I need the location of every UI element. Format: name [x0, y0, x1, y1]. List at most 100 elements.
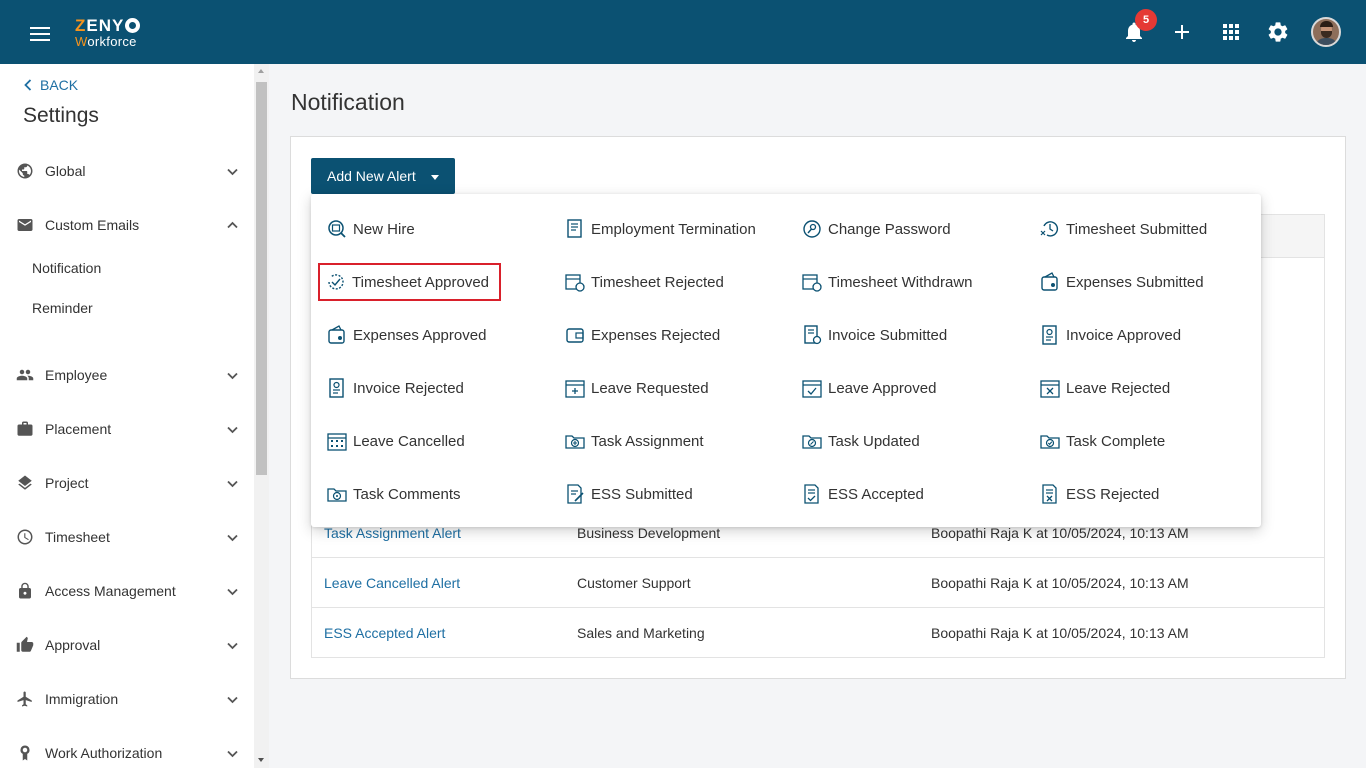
menu-item-ess-submitted[interactable]: ESS Submitted — [564, 480, 693, 508]
sidebar-subitem-reminder[interactable]: Reminder — [32, 300, 93, 316]
document-icon — [567, 219, 582, 238]
key-icon — [803, 220, 821, 238]
chevron-down-icon — [227, 372, 238, 380]
plus-icon[interactable] — [1170, 20, 1194, 44]
folder-check-icon — [1040, 435, 1060, 449]
calendar-check-icon — [802, 380, 822, 398]
calendar-plus-icon — [565, 380, 585, 398]
folder-plus-icon — [565, 435, 585, 449]
chevron-down-icon — [227, 696, 238, 704]
notification-badge: 5 — [1135, 9, 1157, 31]
calendar-clock-icon — [802, 274, 822, 292]
wallet-icon — [1041, 272, 1058, 291]
menu-item-invoice-rejected[interactable]: Invoice Rejected — [326, 374, 464, 402]
menu-item-ess-rejected[interactable]: ESS Rejected — [1039, 480, 1159, 508]
sidebar-item-label: Placement — [45, 421, 112, 437]
menu-item-invoice-approved[interactable]: Invoice Approved — [1039, 321, 1181, 349]
gear-icon[interactable] — [1266, 20, 1290, 44]
sidebar-item-global[interactable]: Global — [0, 151, 254, 191]
chevron-down-icon — [227, 534, 238, 542]
invoice-icon — [804, 325, 822, 345]
menu-item-new-hire[interactable]: New Hire — [326, 215, 415, 243]
folder-comment-icon — [327, 488, 347, 502]
chevron-left-icon — [24, 79, 32, 91]
chevron-down-icon — [227, 642, 238, 650]
menu-item-task-complete[interactable]: Task Complete — [1039, 427, 1165, 455]
timesheet-approved-icon — [328, 274, 344, 290]
airplane-icon — [17, 691, 32, 707]
sidebar-item-label: Approval — [45, 637, 101, 653]
sidebar-item-label: Timesheet — [45, 529, 110, 545]
sidebar-scrollbar[interactable] — [254, 64, 269, 768]
table-row: ESS Accepted Alert Sales and Marketing B… — [312, 608, 1324, 658]
sidebar-item-custom-emails[interactable]: Custom Emails — [0, 205, 254, 245]
lock-icon — [19, 582, 31, 599]
menu-item-leave-requested[interactable]: Leave Requested — [564, 374, 709, 402]
menu-item-expenses-rejected[interactable]: Expenses Rejected — [564, 321, 720, 349]
thumbs-up-icon — [16, 636, 34, 652]
sidebar-item-label: Project — [45, 475, 89, 491]
menu-item-task-updated[interactable]: Task Updated — [801, 427, 920, 455]
sidebar-item-placement[interactable]: Placement — [0, 409, 254, 449]
page-title: Notification — [291, 89, 405, 115]
invoice-icon — [1042, 325, 1057, 345]
back-link[interactable]: BACK — [24, 77, 78, 93]
alert-name-link[interactable]: ESS Accepted Alert — [324, 625, 445, 641]
alert-name-link[interactable]: Leave Cancelled Alert — [324, 575, 460, 591]
document-x-icon — [1042, 484, 1057, 504]
sidebar-item-project[interactable]: Project — [0, 463, 254, 503]
add-new-alert-label: Add New Alert — [327, 168, 416, 184]
sidebar-item-label: Work Authorization — [45, 745, 163, 761]
wallet-icon — [566, 328, 584, 343]
menu-item-expenses-submitted[interactable]: Expenses Submitted — [1039, 268, 1204, 296]
calendar-grid-icon — [327, 433, 347, 451]
briefcase-icon — [17, 421, 33, 436]
alert-modified: Boopathi Raja K at 10/05/2024, 10:13 AM — [931, 625, 1189, 641]
chevron-down-icon — [227, 426, 238, 434]
menu-item-ess-accepted[interactable]: ESS Accepted — [801, 480, 924, 508]
document-check-icon — [804, 484, 819, 504]
menu-item-employment-termination[interactable]: Employment Termination — [564, 215, 756, 243]
sidebar-item-employee[interactable]: Employee — [0, 355, 254, 395]
menu-item-timesheet-withdrawn[interactable]: Timesheet Withdrawn — [801, 268, 973, 296]
apps-grid-icon[interactable] — [1219, 20, 1243, 44]
scrollbar-thumb[interactable] — [256, 82, 267, 475]
alert-department: Customer Support — [577, 575, 691, 591]
logo[interactable]: Z ENY Workforce — [75, 17, 141, 48]
chevron-up-icon — [227, 221, 238, 229]
scroll-down-arrow[interactable] — [258, 758, 264, 762]
menu-icon[interactable] — [30, 27, 50, 41]
alert-modified: Boopathi Raja K at 10/05/2024, 10:13 AM — [931, 525, 1189, 541]
sidebar-subitem-notification[interactable]: Notification — [32, 260, 101, 276]
menu-item-leave-approved[interactable]: Leave Approved — [801, 374, 936, 402]
menu-item-expenses-approved[interactable]: Expenses Approved — [326, 321, 486, 349]
menu-item-timesheet-submitted[interactable]: Timesheet Submitted — [1039, 215, 1207, 243]
top-bar: Z ENY Workforce 5 — [0, 0, 1366, 64]
menu-item-task-assignment[interactable]: Task Assignment — [564, 427, 704, 455]
add-new-alert-button[interactable]: Add New Alert — [311, 158, 455, 194]
timesheet-submitted-icon — [1040, 221, 1059, 237]
user-avatar[interactable] — [1311, 17, 1341, 47]
folder-edit-icon — [802, 435, 822, 449]
alert-department: Sales and Marketing — [577, 625, 705, 641]
menu-item-task-comments[interactable]: Task Comments — [326, 480, 461, 508]
sidebar-item-access-management[interactable]: Access Management — [0, 571, 254, 611]
sidebar-item-approval[interactable]: Approval — [0, 625, 254, 665]
scroll-up-arrow[interactable] — [258, 69, 264, 73]
sidebar-item-label: Global — [45, 163, 86, 179]
sidebar-item-work-authorization[interactable]: Work Authorization — [0, 733, 254, 768]
menu-item-change-password[interactable]: Change Password — [801, 215, 951, 243]
menu-item-timesheet-rejected[interactable]: Timesheet Rejected — [564, 268, 724, 296]
chevron-down-icon — [227, 750, 238, 758]
menu-item-leave-rejected[interactable]: Leave Rejected — [1039, 374, 1170, 402]
chevron-down-icon — [227, 168, 238, 176]
invoice-icon — [329, 378, 344, 398]
sidebar-item-immigration[interactable]: Immigration — [0, 679, 254, 719]
menu-item-leave-cancelled[interactable]: Leave Cancelled — [326, 427, 465, 455]
people-icon — [16, 369, 34, 381]
menu-item-timesheet-approved[interactable]: Timesheet Approved — [318, 263, 502, 301]
menu-item-invoice-submitted[interactable]: Invoice Submitted — [801, 321, 947, 349]
alert-name-link[interactable]: Task Assignment Alert — [324, 525, 461, 541]
alert-department: Business Development — [577, 525, 721, 541]
sidebar-item-timesheet[interactable]: Timesheet — [0, 517, 254, 557]
